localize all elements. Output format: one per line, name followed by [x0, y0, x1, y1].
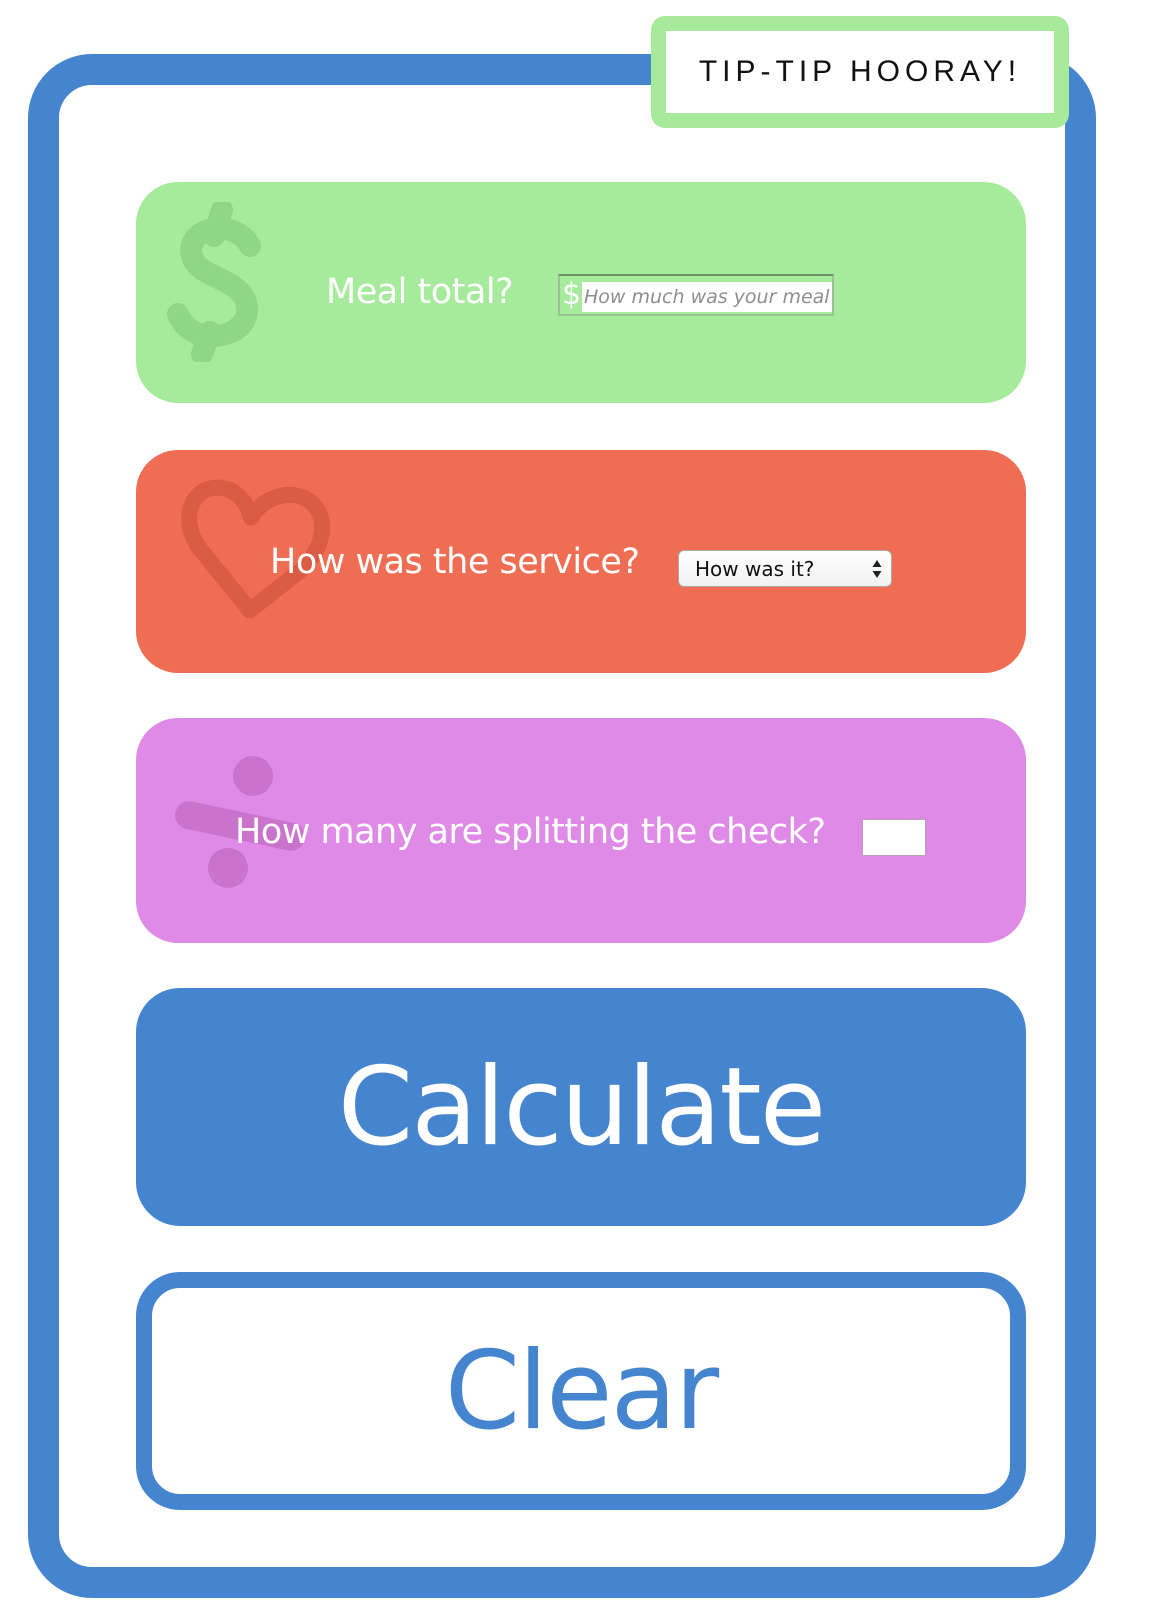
split-card: How many are splitting the check?	[136, 718, 1026, 943]
service-select-value: How was it?	[695, 556, 815, 581]
split-label: How many are splitting the check?	[235, 812, 826, 852]
app-title: TIP-TIP HOORAY!	[698, 55, 1022, 88]
meal-total-label: Meal total?	[326, 272, 514, 312]
meal-total-input[interactable]	[582, 282, 832, 312]
service-card: How was the service? How was it?	[136, 450, 1026, 673]
clear-button[interactable]: Clear	[136, 1272, 1026, 1510]
service-label: How was the service?	[270, 542, 640, 582]
currency-symbol: $	[562, 277, 582, 312]
meal-total-card: Meal total? $	[136, 182, 1026, 403]
app-title-badge: TIP-TIP HOORAY!	[651, 16, 1069, 128]
split-count-input[interactable]	[862, 819, 926, 856]
select-arrows-icon	[872, 560, 882, 578]
service-select[interactable]: How was it?	[678, 550, 892, 587]
meal-total-field: $	[558, 274, 834, 316]
dollar-icon	[167, 202, 261, 362]
calculate-button[interactable]: Calculate	[136, 988, 1026, 1226]
